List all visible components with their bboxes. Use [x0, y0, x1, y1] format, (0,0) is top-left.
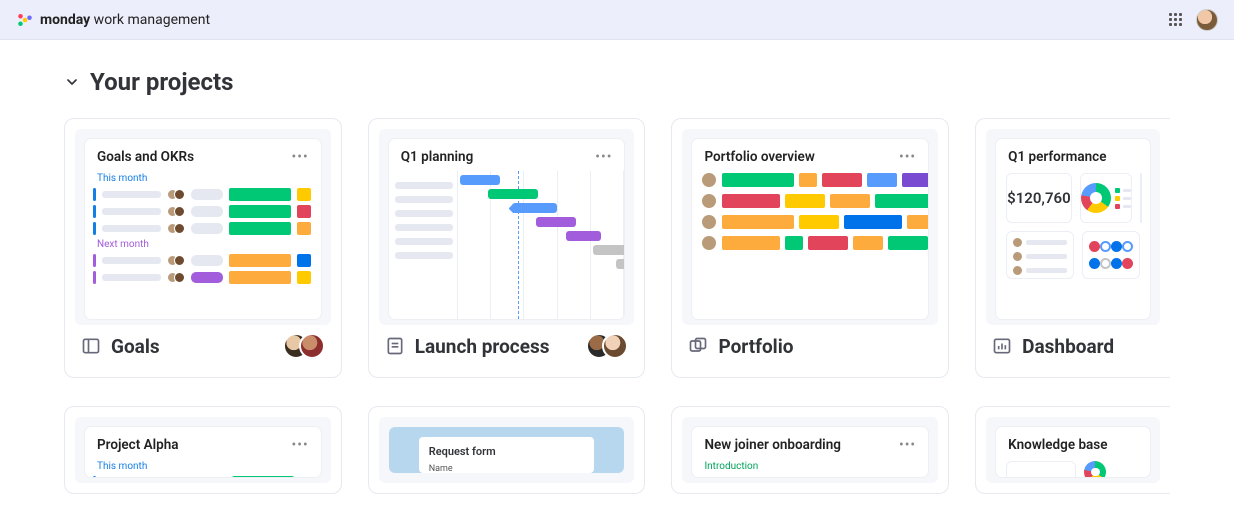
- card-members: [283, 333, 325, 359]
- more-icon[interactable]: •••: [899, 437, 916, 453]
- form-title: Request form: [429, 445, 585, 458]
- brand-text: monday work management: [40, 12, 210, 28]
- more-icon[interactable]: •••: [292, 149, 309, 165]
- preview-board-title: Goals and OKRs: [97, 149, 194, 165]
- user-avatar[interactable]: [1196, 9, 1218, 31]
- project-card-dashboard[interactable]: Q1 performance $120,760: [975, 118, 1170, 378]
- section-title: Your projects: [90, 68, 233, 96]
- kb-pie-icon: [1084, 461, 1106, 477]
- monday-logo-icon: [16, 11, 34, 29]
- card-title: Portfolio: [718, 335, 932, 358]
- project-card-knowledge-base[interactable]: Knowledge base: [975, 406, 1170, 494]
- doc-icon: [385, 336, 405, 356]
- preview-board-title: Portfolio overview: [704, 149, 814, 165]
- member-avatar: [299, 333, 325, 359]
- group-label: This month: [85, 171, 321, 186]
- project-cards-row-1: Goals and OKRs ••• This month Next month…: [64, 118, 1170, 378]
- preview-board-title: Knowledge base: [1008, 437, 1107, 453]
- group-label: Introduction: [692, 459, 928, 474]
- form-field-label: Name: [429, 464, 585, 474]
- gantt-preview: [389, 171, 625, 319]
- dashboard-bar-widget: [1140, 173, 1142, 223]
- apps-grid-icon[interactable]: [1169, 13, 1182, 26]
- card-footer: Goals: [75, 325, 331, 367]
- card-preview: Project Alpha ••• This month: [75, 417, 331, 483]
- card-title: Launch process: [415, 335, 577, 358]
- section-toggle-your-projects[interactable]: Your projects: [64, 68, 1170, 96]
- portfolio-icon: [688, 336, 708, 356]
- preview-board-title: New joiner onboarding: [704, 437, 840, 453]
- dashboard-preview: $120,760: [996, 171, 1150, 279]
- card-title: Goals: [111, 335, 273, 358]
- brand-logo[interactable]: monday work management: [16, 11, 210, 29]
- dashboard-icon: [992, 336, 1012, 356]
- card-footer: Portfolio: [682, 325, 938, 367]
- card-preview: Knowledge base: [986, 417, 1160, 483]
- card-preview: New joiner onboarding ••• Introduction: [682, 417, 938, 483]
- board-icon: [81, 336, 101, 356]
- more-icon[interactable]: •••: [292, 437, 309, 453]
- more-icon[interactable]: •••: [595, 149, 612, 165]
- card-preview: Request form Name: [379, 417, 635, 483]
- project-card-onboarding[interactable]: New joiner onboarding ••• Introduction: [671, 406, 949, 494]
- group-label: Next month: [85, 237, 321, 252]
- kb-metric-box: [1006, 461, 1076, 477]
- main-content: Your projects Goals and OKRs ••• This mo…: [0, 40, 1234, 494]
- kb-preview: [996, 459, 1150, 477]
- app-header: monday work management: [0, 0, 1234, 40]
- more-icon[interactable]: •••: [899, 149, 916, 165]
- preview-board-title: Project Alpha: [97, 437, 179, 453]
- dashboard-status-widget: [1082, 231, 1140, 279]
- preview-board-title: Q1 planning: [401, 149, 474, 165]
- card-preview: Q1 planning •••: [379, 129, 635, 325]
- card-footer: Launch process: [379, 325, 635, 367]
- card-preview: Q1 performance $120,760: [986, 129, 1160, 325]
- card-members: [586, 333, 628, 359]
- dashboard-table-widget: [1006, 231, 1074, 279]
- chevron-down-icon: [64, 74, 80, 90]
- project-card-project-alpha[interactable]: Project Alpha ••• This month: [64, 406, 342, 494]
- project-card-request-form[interactable]: Request form Name: [368, 406, 646, 494]
- project-card-portfolio[interactable]: Portfolio overview ••• Portfolio: [671, 118, 949, 378]
- card-preview: Goals and OKRs ••• This month Next month: [75, 129, 331, 325]
- dashboard-pie-widget: [1080, 173, 1132, 223]
- project-card-launch-process[interactable]: Q1 planning •••: [368, 118, 646, 378]
- preview-board-title: Q1 performance: [1008, 149, 1106, 165]
- card-preview: Portfolio overview •••: [682, 129, 938, 325]
- project-cards-row-2: Project Alpha ••• This month Request for…: [64, 406, 1170, 494]
- card-title: Dashboard: [1022, 335, 1154, 358]
- card-footer: Dashboard: [986, 325, 1160, 367]
- project-card-goals[interactable]: Goals and OKRs ••• This month Next month…: [64, 118, 342, 378]
- group-label: This month: [85, 459, 321, 474]
- dashboard-metric: $120,760: [1006, 173, 1072, 223]
- portfolio-preview: [692, 171, 928, 250]
- member-avatar: [602, 333, 628, 359]
